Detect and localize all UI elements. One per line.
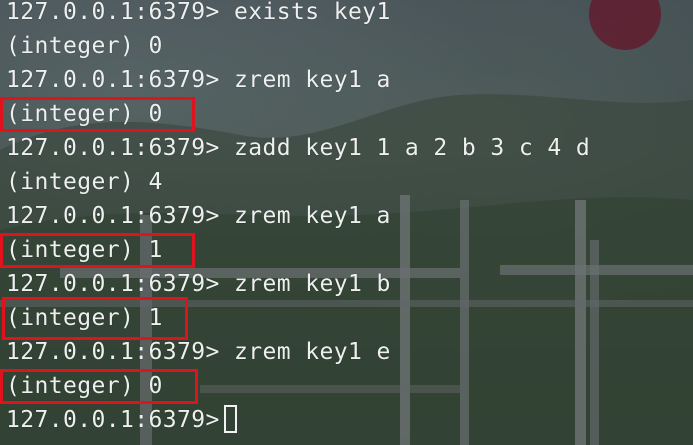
terminal-line: 127.0.0.1:6379> zadd key1 1 a 2 b 3 c 4 …: [6, 131, 590, 165]
command: zrem key1 a: [233, 67, 391, 93]
terminal-line: 127.0.0.1:6379> exists key1: [6, 0, 391, 29]
terminal-line: 127.0.0.1:6379> zrem key1 a: [6, 199, 391, 233]
prompt: 127.0.0.1:6379>: [6, 135, 220, 161]
highlight-box: [0, 97, 195, 132]
command: zrem key1 e: [233, 339, 391, 365]
highlight-box: [0, 369, 198, 404]
terminal-line: 127.0.0.1:6379> zrem key1 e: [6, 335, 391, 369]
prompt: 127.0.0.1:6379>: [6, 271, 220, 297]
terminal-line: 127.0.0.1:6379> zrem key1 a: [6, 63, 391, 97]
terminal-input-line[interactable]: 127.0.0.1:6379>: [6, 403, 237, 437]
command: zrem key1 a: [233, 203, 391, 229]
prompt: 127.0.0.1:6379>: [6, 0, 220, 25]
command: zrem key1 b: [233, 271, 391, 297]
command: exists key1: [233, 0, 391, 25]
highlight-box: [2, 297, 188, 340]
prompt: 127.0.0.1:6379>: [6, 67, 220, 93]
terminal-output: (integer) 4: [6, 169, 163, 195]
terminal-output: (integer) 0: [6, 33, 163, 59]
prompt: 127.0.0.1:6379>: [6, 203, 220, 229]
prompt: 127.0.0.1:6379>: [6, 407, 220, 433]
terminal-window[interactable]: 127.0.0.1:6379> exists key1 (integer) 0 …: [0, 0, 693, 445]
terminal-line: 127.0.0.1:6379> zrem key1 b: [6, 267, 391, 301]
prompt: 127.0.0.1:6379>: [6, 339, 220, 365]
highlight-box: [0, 233, 195, 268]
command: zadd key1 1 a 2 b 3 c 4 d: [233, 135, 591, 161]
text-cursor: [223, 405, 237, 433]
